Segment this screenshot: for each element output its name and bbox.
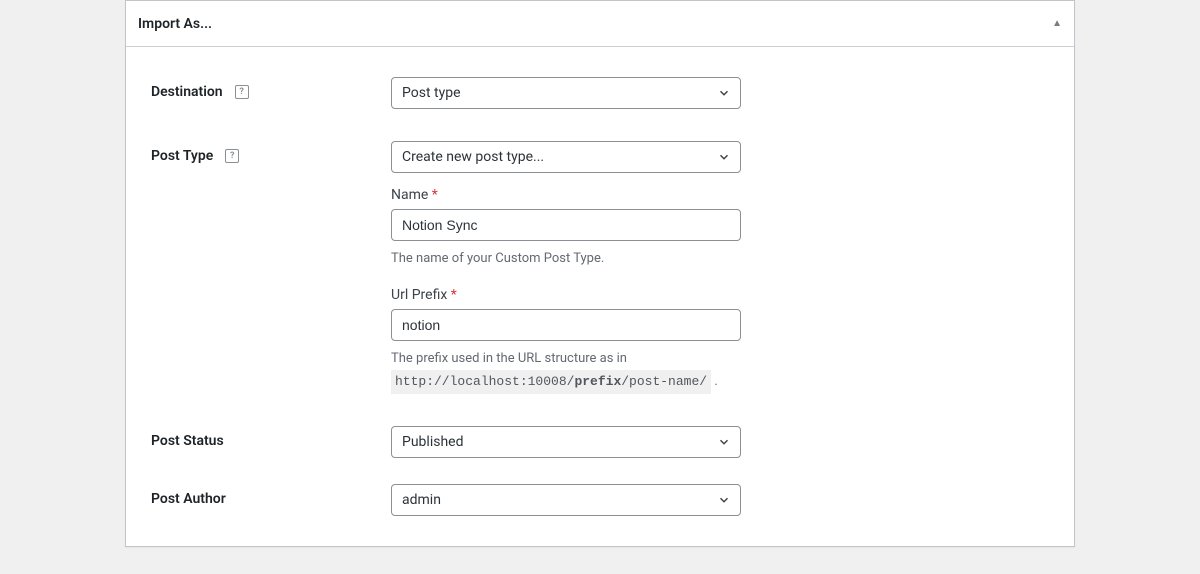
field-control-col: Published — [391, 426, 741, 458]
destination-select-value: Post type — [402, 85, 461, 101]
field-control-col: Post type — [391, 77, 741, 109]
url-prefix-label-text: Url Prefix — [391, 287, 447, 303]
collapse-icon: ▲ — [1052, 19, 1062, 29]
panel-header[interactable]: Import As... ▲ — [126, 1, 1074, 47]
field-label-col: Post Status — [151, 426, 391, 449]
url-prefix-help-post: . — [714, 374, 717, 389]
panel-body: Destination ? Post type Post Type ? — [126, 47, 1074, 546]
url-prefix-sub-label: Url Prefix * — [391, 287, 741, 303]
post-status-select[interactable]: Published — [391, 426, 741, 458]
url-prefix-help-text: The prefix used in the URL structure as … — [391, 349, 741, 394]
post-status-label: Post Status — [151, 433, 224, 449]
url-prefix-help-pre: The prefix used in the URL structure as … — [391, 351, 627, 366]
panel-title: Import As... — [138, 16, 212, 32]
help-icon[interactable]: ? — [225, 149, 239, 163]
url-example-pre: http://localhost:10008/ — [395, 374, 574, 389]
post-status-select-value: Published — [402, 434, 463, 450]
name-help-text: The name of your Custom Post Type. — [391, 249, 741, 269]
post-author-select[interactable]: admin — [391, 484, 741, 516]
field-control-col: admin — [391, 484, 741, 516]
field-row-post-author: Post Author admin — [151, 484, 1049, 516]
destination-label: Destination — [151, 84, 223, 100]
post-author-select-value: admin — [402, 492, 441, 508]
field-label-col: Post Author — [151, 484, 391, 507]
url-prefix-input[interactable] — [391, 309, 741, 341]
required-marker: * — [451, 287, 457, 303]
post-status-select-wrap: Published — [391, 426, 741, 458]
name-sub-label: Name * — [391, 187, 741, 203]
post-type-select-wrap: Create new post type... — [391, 141, 741, 173]
field-label-col: Destination ? — [151, 77, 391, 100]
help-icon[interactable]: ? — [235, 85, 249, 99]
name-label-text: Name — [391, 187, 428, 203]
url-example-code: http://localhost:10008/prefix/post-name/ — [391, 370, 711, 394]
field-label-col: Post Type ? — [151, 141, 391, 164]
destination-select-wrap: Post type — [391, 77, 741, 109]
post-type-select[interactable]: Create new post type... — [391, 141, 741, 173]
field-row-destination: Destination ? Post type — [151, 77, 1049, 109]
destination-select[interactable]: Post type — [391, 77, 741, 109]
field-control-col: Create new post type... Name * The name … — [391, 141, 741, 394]
post-author-select-wrap: admin — [391, 484, 741, 516]
field-row-post-type: Post Type ? Create new post type... Name… — [151, 141, 1049, 394]
post-type-select-value: Create new post type... — [402, 149, 544, 165]
import-as-panel: Import As... ▲ Destination ? Post type — [125, 0, 1075, 547]
url-example-bold: prefix — [574, 374, 621, 389]
post-type-label: Post Type — [151, 148, 213, 164]
required-marker: * — [432, 187, 438, 203]
post-author-label: Post Author — [151, 491, 226, 507]
field-row-post-status: Post Status Published — [151, 426, 1049, 458]
name-input[interactable] — [391, 209, 741, 241]
url-example-post: /post-name/ — [621, 374, 707, 389]
